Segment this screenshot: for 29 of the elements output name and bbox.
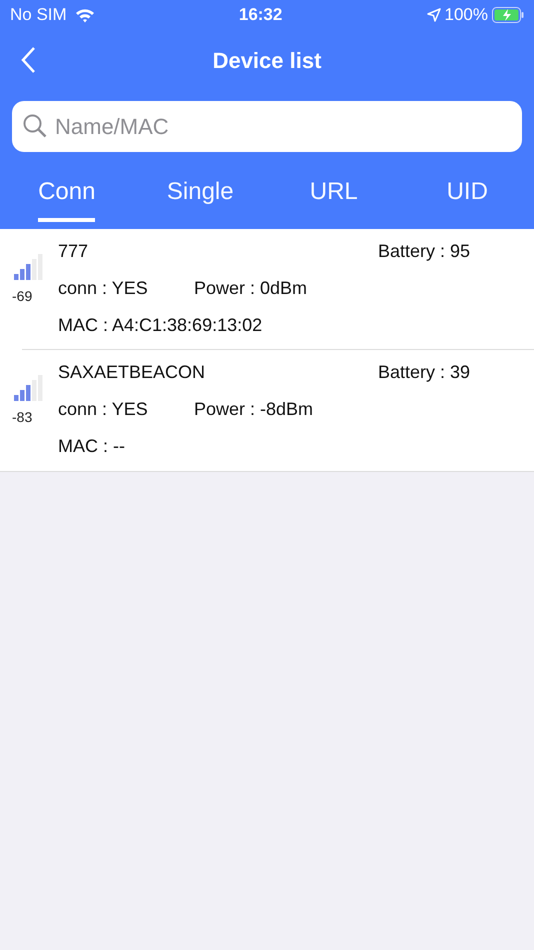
page-title: Device list	[212, 46, 322, 74]
power-text: Power : -8dBm	[194, 398, 314, 421]
battery-percent: 100%	[444, 4, 488, 26]
tab[interactable]: Single	[134, 166, 267, 229]
tab[interactable]: URL	[267, 166, 400, 229]
mac-text: MAC : --	[58, 435, 126, 458]
tab[interactable]: UID	[400, 166, 534, 229]
carrier-text: No SIM	[10, 4, 67, 26]
rssi-value: -83	[12, 408, 32, 427]
device-name: SAXAETBEACON	[58, 361, 206, 384]
power-text: Power : 0dBm	[194, 277, 308, 300]
conn-text: conn : YES	[58, 277, 149, 300]
signal-icon	[14, 373, 44, 401]
search-icon	[22, 113, 48, 139]
battery-charging-icon	[492, 7, 524, 23]
location-icon	[426, 8, 441, 22]
signal-icon	[14, 252, 44, 280]
clock-text: 16:32	[238, 4, 282, 26]
wifi-icon	[74, 8, 95, 22]
mac-text: MAC : A4:C1:38:69:13:02	[58, 314, 264, 337]
battery-text: Battery : 95	[378, 240, 470, 263]
battery-text: Battery : 39	[378, 361, 470, 384]
device-row[interactable]: -83 SAXAETBEACON Battery : 39 conn : YES Power : -8dBm MAC : --	[0, 350, 534, 471]
rssi-value: -69	[12, 287, 32, 306]
device-row[interactable]: -69 777 Battery : 95 conn : YES Power : 0dBm MAC : A4:C1:38:69:13:02	[0, 229, 534, 350]
search-field[interactable]: Name/MAC	[12, 101, 522, 152]
conn-text: conn : YES	[58, 398, 149, 421]
tab[interactable]: Conn	[0, 166, 134, 229]
device-name: 777	[58, 240, 90, 263]
